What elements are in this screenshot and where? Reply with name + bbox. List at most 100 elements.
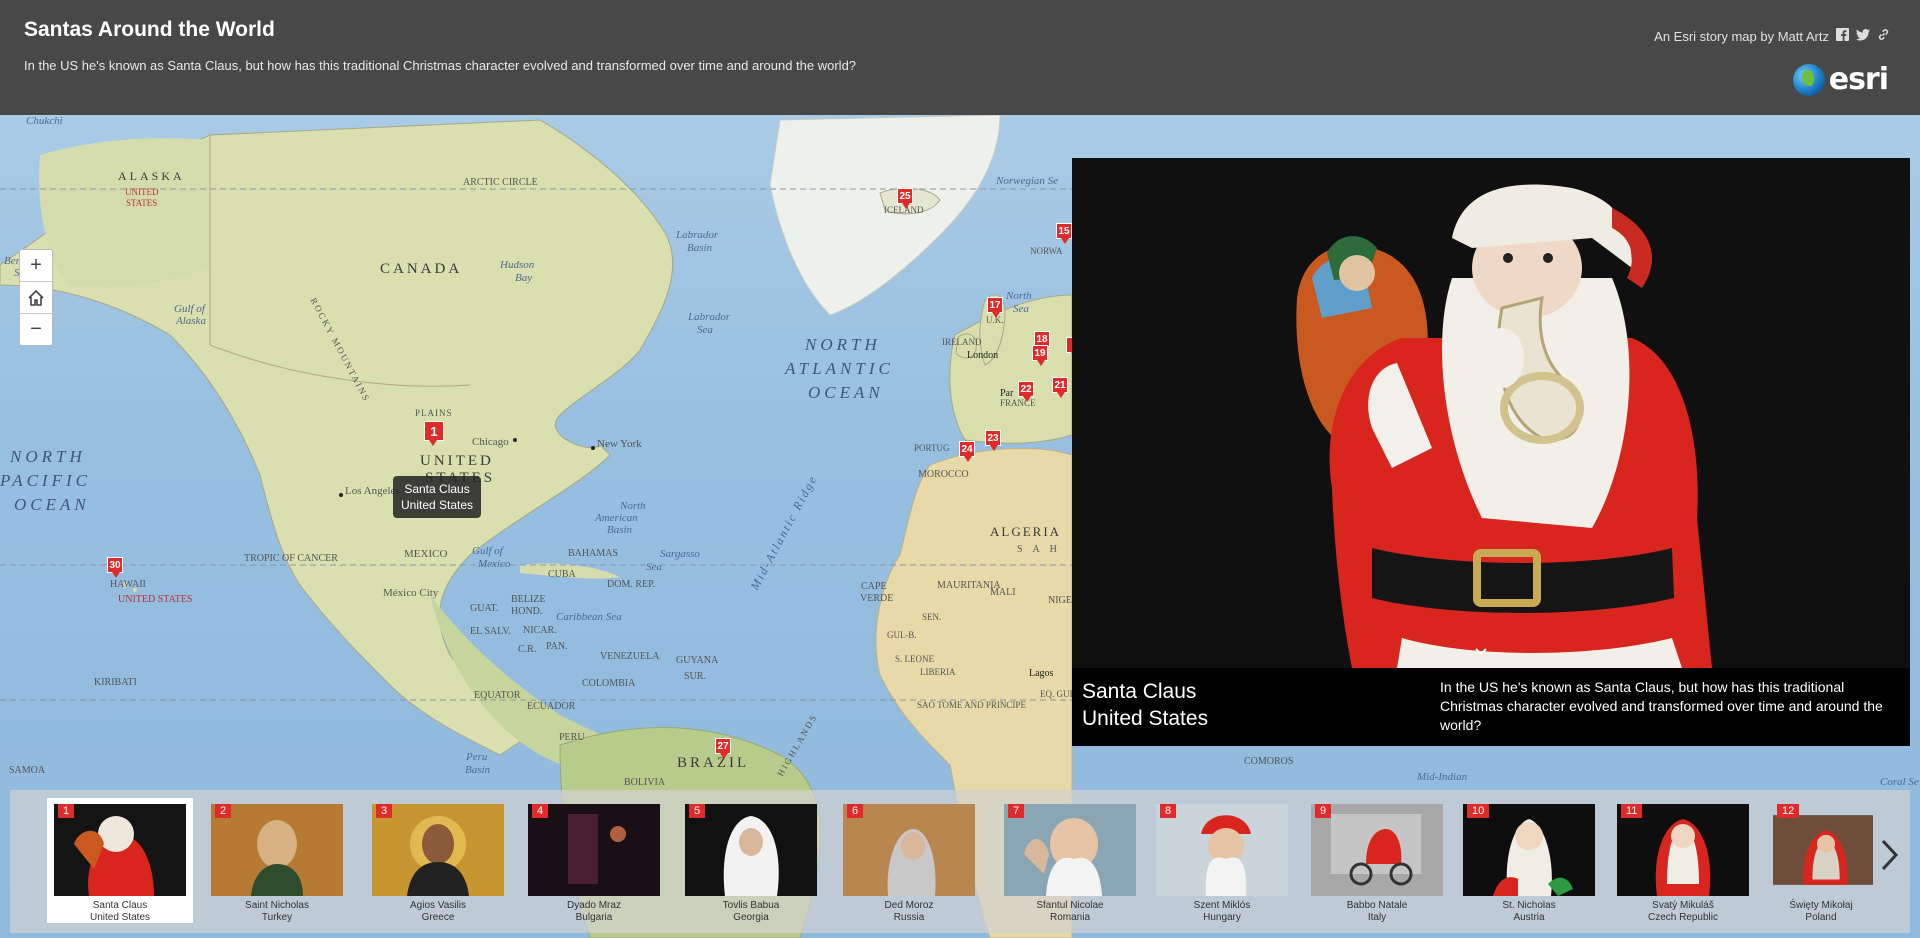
label-algeria: ALGERIA: [990, 524, 1062, 539]
zoom-out-button[interactable]: −: [20, 314, 52, 345]
label-ocean: OCEAN: [14, 495, 90, 514]
caption-title-country: United States: [1082, 707, 1209, 730]
thumb-country: Czech Republic: [1647, 912, 1719, 923]
carousel-item-3[interactable]: 3 Agios Vasilis Greece: [365, 798, 511, 923]
label-norway: NORWA: [1030, 246, 1063, 256]
label-alaska: ALASKA: [118, 169, 185, 183]
label-alaska-us: UNITED: [125, 187, 159, 197]
label-north-sea: North: [1006, 290, 1032, 302]
label-arctic-circle: ARCTIC CIRCLE: [463, 177, 538, 188]
globe-icon: [1792, 63, 1825, 96]
thumb-label: Agios Vasilis Greece: [365, 900, 511, 924]
carousel-item-1[interactable]: 1 Santa Claus United States: [47, 798, 193, 923]
thumb-label: Svatý Mikuláš Czech Republic: [1610, 900, 1756, 924]
label-mid-indian: Mid-Indian: [1417, 771, 1468, 783]
facebook-icon[interactable]: [1836, 28, 1849, 44]
label-caribbean: Caribbean Sea: [556, 611, 622, 623]
carousel-item-6[interactable]: 6 Ded Moroz Russia: [836, 798, 982, 923]
label-sahara: S A H: [1017, 544, 1061, 555]
label-nige: NIGE: [1048, 595, 1072, 606]
thumb-label: Babbo Natale Italy: [1304, 900, 1450, 924]
label-hudson: Hudson: [500, 259, 535, 271]
map-pin-21[interactable]: 21: [1052, 377, 1068, 398]
label-dom-rep: DOM. REP.: [607, 579, 656, 590]
santa-claus-photo[interactable]: [1072, 158, 1910, 668]
carousel-item-9[interactable]: 9 Babbo Natale Italy: [1304, 798, 1450, 923]
thumb-name: Szent Miklós: [1193, 900, 1251, 911]
thumb-name: Agios Vasilis: [410, 900, 466, 911]
carousel-item-8[interactable]: 8 Szent Miklós Hungary: [1149, 798, 1295, 923]
thumb-number: 6: [847, 804, 864, 818]
label-guat: GUAT.: [470, 603, 499, 614]
city-dot-los-angeles: [339, 493, 343, 497]
label-pan: PAN.: [546, 641, 568, 652]
link-icon[interactable]: [1877, 28, 1890, 44]
label-cape-verde: CAPE: [861, 581, 887, 592]
thumb-label: Święty Mikołaj Poland: [1766, 900, 1876, 923]
label-london: London: [967, 350, 999, 361]
label-guyana: GUYANA: [676, 655, 719, 666]
label-gulf-mexico: Gulf of: [472, 545, 503, 557]
map-pin-25[interactable]: 25: [897, 188, 913, 209]
label-coral: Coral Se: [1880, 776, 1919, 788]
thumb-name: Ded Moroz: [884, 900, 934, 911]
thumb-country: Bulgaria: [575, 912, 613, 923]
label-alaska-us2: STATES: [126, 198, 158, 208]
carousel-item-7[interactable]: 7 Sfantul Nicolae Romania: [997, 798, 1143, 923]
label-mexico-city: México City: [383, 587, 439, 599]
label-equator: EQUATOR: [474, 690, 521, 701]
city-dot-chicago: [513, 438, 517, 442]
map-pin-1[interactable]: 1: [424, 421, 444, 446]
map-tooltip: Santa Claus United States: [393, 476, 482, 518]
thumb-number: 12: [1777, 804, 1800, 818]
map-pin-30[interactable]: 30: [107, 557, 123, 578]
label-new-york: New York: [597, 438, 642, 450]
media-panel: Santa Claus United States In the US he's…: [1072, 158, 1910, 746]
map-pin-23[interactable]: 23: [985, 430, 1001, 451]
esri-logo[interactable]: esri: [1792, 62, 1889, 97]
carousel-item-2[interactable]: 2 Saint Nicholas Turkey: [204, 798, 350, 923]
zoom-in-button[interactable]: +: [20, 250, 52, 282]
carousel-item-4[interactable]: 4 Dyado Mraz Bulgaria: [521, 798, 667, 923]
label-peru: PERU: [559, 732, 585, 743]
label-canada: CANADA: [380, 261, 463, 277]
twitter-icon[interactable]: [1856, 28, 1870, 44]
carousel-item-11[interactable]: 11 Svatý Mikuláš Czech Republic: [1610, 798, 1756, 923]
label-hond: HOND.: [511, 606, 543, 617]
home-button[interactable]: [20, 282, 52, 314]
map-pin-22[interactable]: 22: [1018, 381, 1034, 402]
label-labrador-sea: Labrador: [688, 311, 731, 323]
label-mexico: MEXICO: [404, 548, 448, 560]
label-labrador-basin: Labrador: [676, 229, 719, 241]
map-pin-15[interactable]: 15: [1056, 223, 1072, 244]
story-carousel: 1 Santa Claus United States 2 Saint Nicho…: [10, 790, 1910, 933]
header: Santas Around the World In the US he's k…: [0, 0, 1920, 115]
credit-text: An Esri story map by Matt Artz: [1654, 28, 1829, 44]
thumb-number: 10: [1467, 804, 1490, 818]
map-pin-19[interactable]: 19: [1032, 345, 1048, 366]
label-cr: C.R.: [518, 644, 537, 655]
carousel-item-5[interactable]: 5 Tovlis Babua Georgia: [678, 798, 824, 923]
home-icon: [28, 289, 44, 306]
label-sao-tome: SAO TOME AND PRINCIPE: [917, 700, 1026, 710]
carousel-item-10[interactable]: 10 St. Nicholas Austria: [1456, 798, 1602, 923]
thumb-number: 5: [689, 804, 706, 818]
thumb-name: St. Nicholas: [1502, 900, 1556, 911]
thumb-number: 1: [58, 804, 75, 818]
carousel-item-12[interactable]: 12 Święty Mikołaj Poland: [1766, 798, 1876, 923]
chevron-right-icon[interactable]: [1880, 838, 1900, 881]
page-title: Santas Around the World: [24, 18, 275, 41]
tooltip-country: United States: [401, 498, 474, 512]
map-pin-27[interactable]: 27: [715, 738, 731, 759]
label-bahamas: BAHAMAS: [568, 548, 619, 559]
city-dot-new-york: [591, 446, 595, 450]
map-pin-17[interactable]: 17: [987, 297, 1003, 318]
thumb-number: 11: [1621, 804, 1643, 818]
label-hawaii-us: UNITED STATES: [118, 594, 193, 605]
label-mali: MALI: [990, 587, 1016, 598]
thumb-country: Georgia: [733, 912, 769, 923]
chevron-down-icon[interactable]: [1474, 644, 1488, 662]
map-pin-24[interactable]: 24: [959, 441, 975, 462]
label-alaska2: Alaska: [176, 315, 206, 327]
thumb-label: Dyado Mraz Bulgaria: [521, 900, 667, 924]
